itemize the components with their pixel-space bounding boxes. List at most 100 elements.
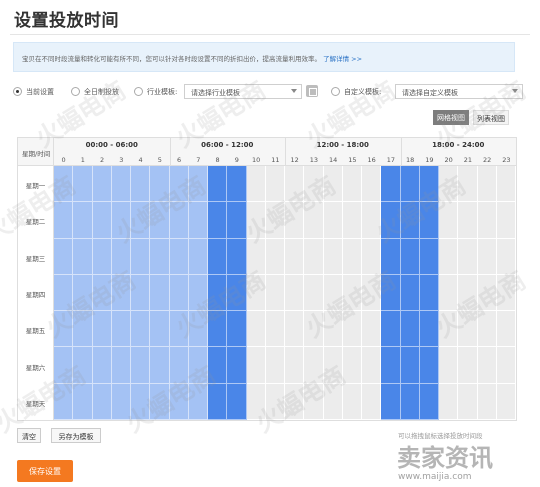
day-label[interactable]: 星期五 <box>18 311 54 348</box>
time-cell[interactable] <box>227 383 247 420</box>
time-cell[interactable] <box>342 166 362 203</box>
hour-label[interactable]: 12 <box>285 156 304 164</box>
hour-label[interactable]: 16 <box>362 156 381 164</box>
time-cell[interactable] <box>73 311 93 348</box>
time-cell[interactable] <box>111 166 131 203</box>
hour-label[interactable]: 8 <box>208 156 227 164</box>
time-cell[interactable] <box>400 274 420 312</box>
hour-label[interactable]: 19 <box>420 156 439 164</box>
time-cell[interactable] <box>150 311 170 348</box>
time-cell[interactable] <box>323 238 343 275</box>
radio-industry-template[interactable] <box>134 87 143 96</box>
time-cell[interactable] <box>73 347 93 384</box>
time-cell[interactable] <box>246 274 266 312</box>
time-cell[interactable] <box>439 274 459 312</box>
time-cell[interactable] <box>265 311 285 348</box>
time-cell[interactable] <box>400 347 420 384</box>
copy-icon[interactable] <box>306 85 318 97</box>
hour-label[interactable]: 9 <box>227 156 246 164</box>
time-cell[interactable] <box>285 347 305 384</box>
time-cell[interactable] <box>188 166 208 203</box>
time-cell[interactable] <box>458 311 478 348</box>
time-cell[interactable] <box>227 347 247 384</box>
time-cell[interactable] <box>304 274 324 312</box>
time-cell[interactable] <box>188 238 208 275</box>
radio-current-setting[interactable] <box>13 87 22 96</box>
clear-button[interactable]: 清空 <box>17 428 41 443</box>
time-cell[interactable] <box>342 274 362 312</box>
time-cell[interactable] <box>169 347 189 384</box>
time-cell[interactable] <box>246 311 266 348</box>
hour-label[interactable]: 14 <box>324 156 343 164</box>
time-cell[interactable] <box>362 383 382 420</box>
time-cell[interactable] <box>150 347 170 384</box>
time-cell[interactable] <box>169 311 189 348</box>
time-cell[interactable] <box>458 202 478 239</box>
time-cell[interactable] <box>227 238 247 275</box>
time-cell[interactable] <box>419 383 439 420</box>
time-cell[interactable] <box>342 311 362 348</box>
time-cell[interactable] <box>131 383 151 420</box>
time-cell[interactable] <box>265 238 285 275</box>
time-cell[interactable] <box>208 383 228 420</box>
time-block-label[interactable]: 18:00 - 24:00 <box>401 141 517 149</box>
time-cell[interactable] <box>265 383 285 420</box>
time-cell[interactable] <box>208 166 228 203</box>
hour-label[interactable]: 21 <box>458 156 477 164</box>
hour-label[interactable]: 22 <box>478 156 497 164</box>
time-cell[interactable] <box>419 202 439 239</box>
time-cell[interactable] <box>381 202 401 239</box>
time-cell[interactable] <box>304 166 324 203</box>
time-cell[interactable] <box>496 202 516 239</box>
hour-label[interactable]: 6 <box>170 156 189 164</box>
time-cell[interactable] <box>169 383 189 420</box>
time-cell[interactable] <box>208 238 228 275</box>
time-cell[interactable] <box>477 202 497 239</box>
time-cell[interactable] <box>439 383 459 420</box>
time-cell[interactable] <box>227 166 247 203</box>
time-cell[interactable] <box>92 202 112 239</box>
hour-label[interactable]: 20 <box>439 156 458 164</box>
hour-label[interactable]: 10 <box>247 156 266 164</box>
time-cell[interactable] <box>342 383 362 420</box>
time-cell[interactable] <box>92 166 112 203</box>
time-cell[interactable] <box>323 383 343 420</box>
time-cell[interactable] <box>304 383 324 420</box>
time-cell[interactable] <box>342 202 362 239</box>
time-cell[interactable] <box>265 166 285 203</box>
time-cell[interactable] <box>400 383 420 420</box>
time-cell[interactable] <box>285 383 305 420</box>
tab-grid-view[interactable]: 网格视图 <box>433 110 469 125</box>
time-cell[interactable] <box>73 274 93 312</box>
time-cell[interactable] <box>381 347 401 384</box>
time-cell[interactable] <box>419 347 439 384</box>
time-cell[interactable] <box>496 347 516 384</box>
time-cell[interactable] <box>458 238 478 275</box>
hour-label[interactable]: 18 <box>401 156 420 164</box>
time-cell[interactable] <box>477 238 497 275</box>
time-cell[interactable] <box>439 202 459 239</box>
time-cell[interactable] <box>477 347 497 384</box>
time-cell[interactable] <box>246 166 266 203</box>
time-cell[interactable] <box>342 238 362 275</box>
time-cell[interactable] <box>131 274 151 312</box>
time-cell[interactable] <box>419 238 439 275</box>
time-cell[interactable] <box>150 202 170 239</box>
hour-label[interactable]: 17 <box>381 156 400 164</box>
time-cell[interactable] <box>381 238 401 275</box>
time-cell[interactable] <box>323 311 343 348</box>
time-cell[interactable] <box>285 202 305 239</box>
day-label[interactable]: 星期天 <box>18 383 54 420</box>
time-cell[interactable] <box>131 311 151 348</box>
time-cell[interactable] <box>188 347 208 384</box>
day-label[interactable]: 星期六 <box>18 347 54 384</box>
time-cell[interactable] <box>477 311 497 348</box>
time-cell[interactable] <box>169 274 189 312</box>
time-cell[interactable] <box>54 202 74 239</box>
time-cell[interactable] <box>496 383 516 420</box>
hour-label[interactable]: 4 <box>131 156 150 164</box>
time-cell[interactable] <box>496 311 516 348</box>
time-cell[interactable] <box>304 311 324 348</box>
time-cell[interactable] <box>285 166 305 203</box>
time-cell[interactable] <box>362 238 382 275</box>
